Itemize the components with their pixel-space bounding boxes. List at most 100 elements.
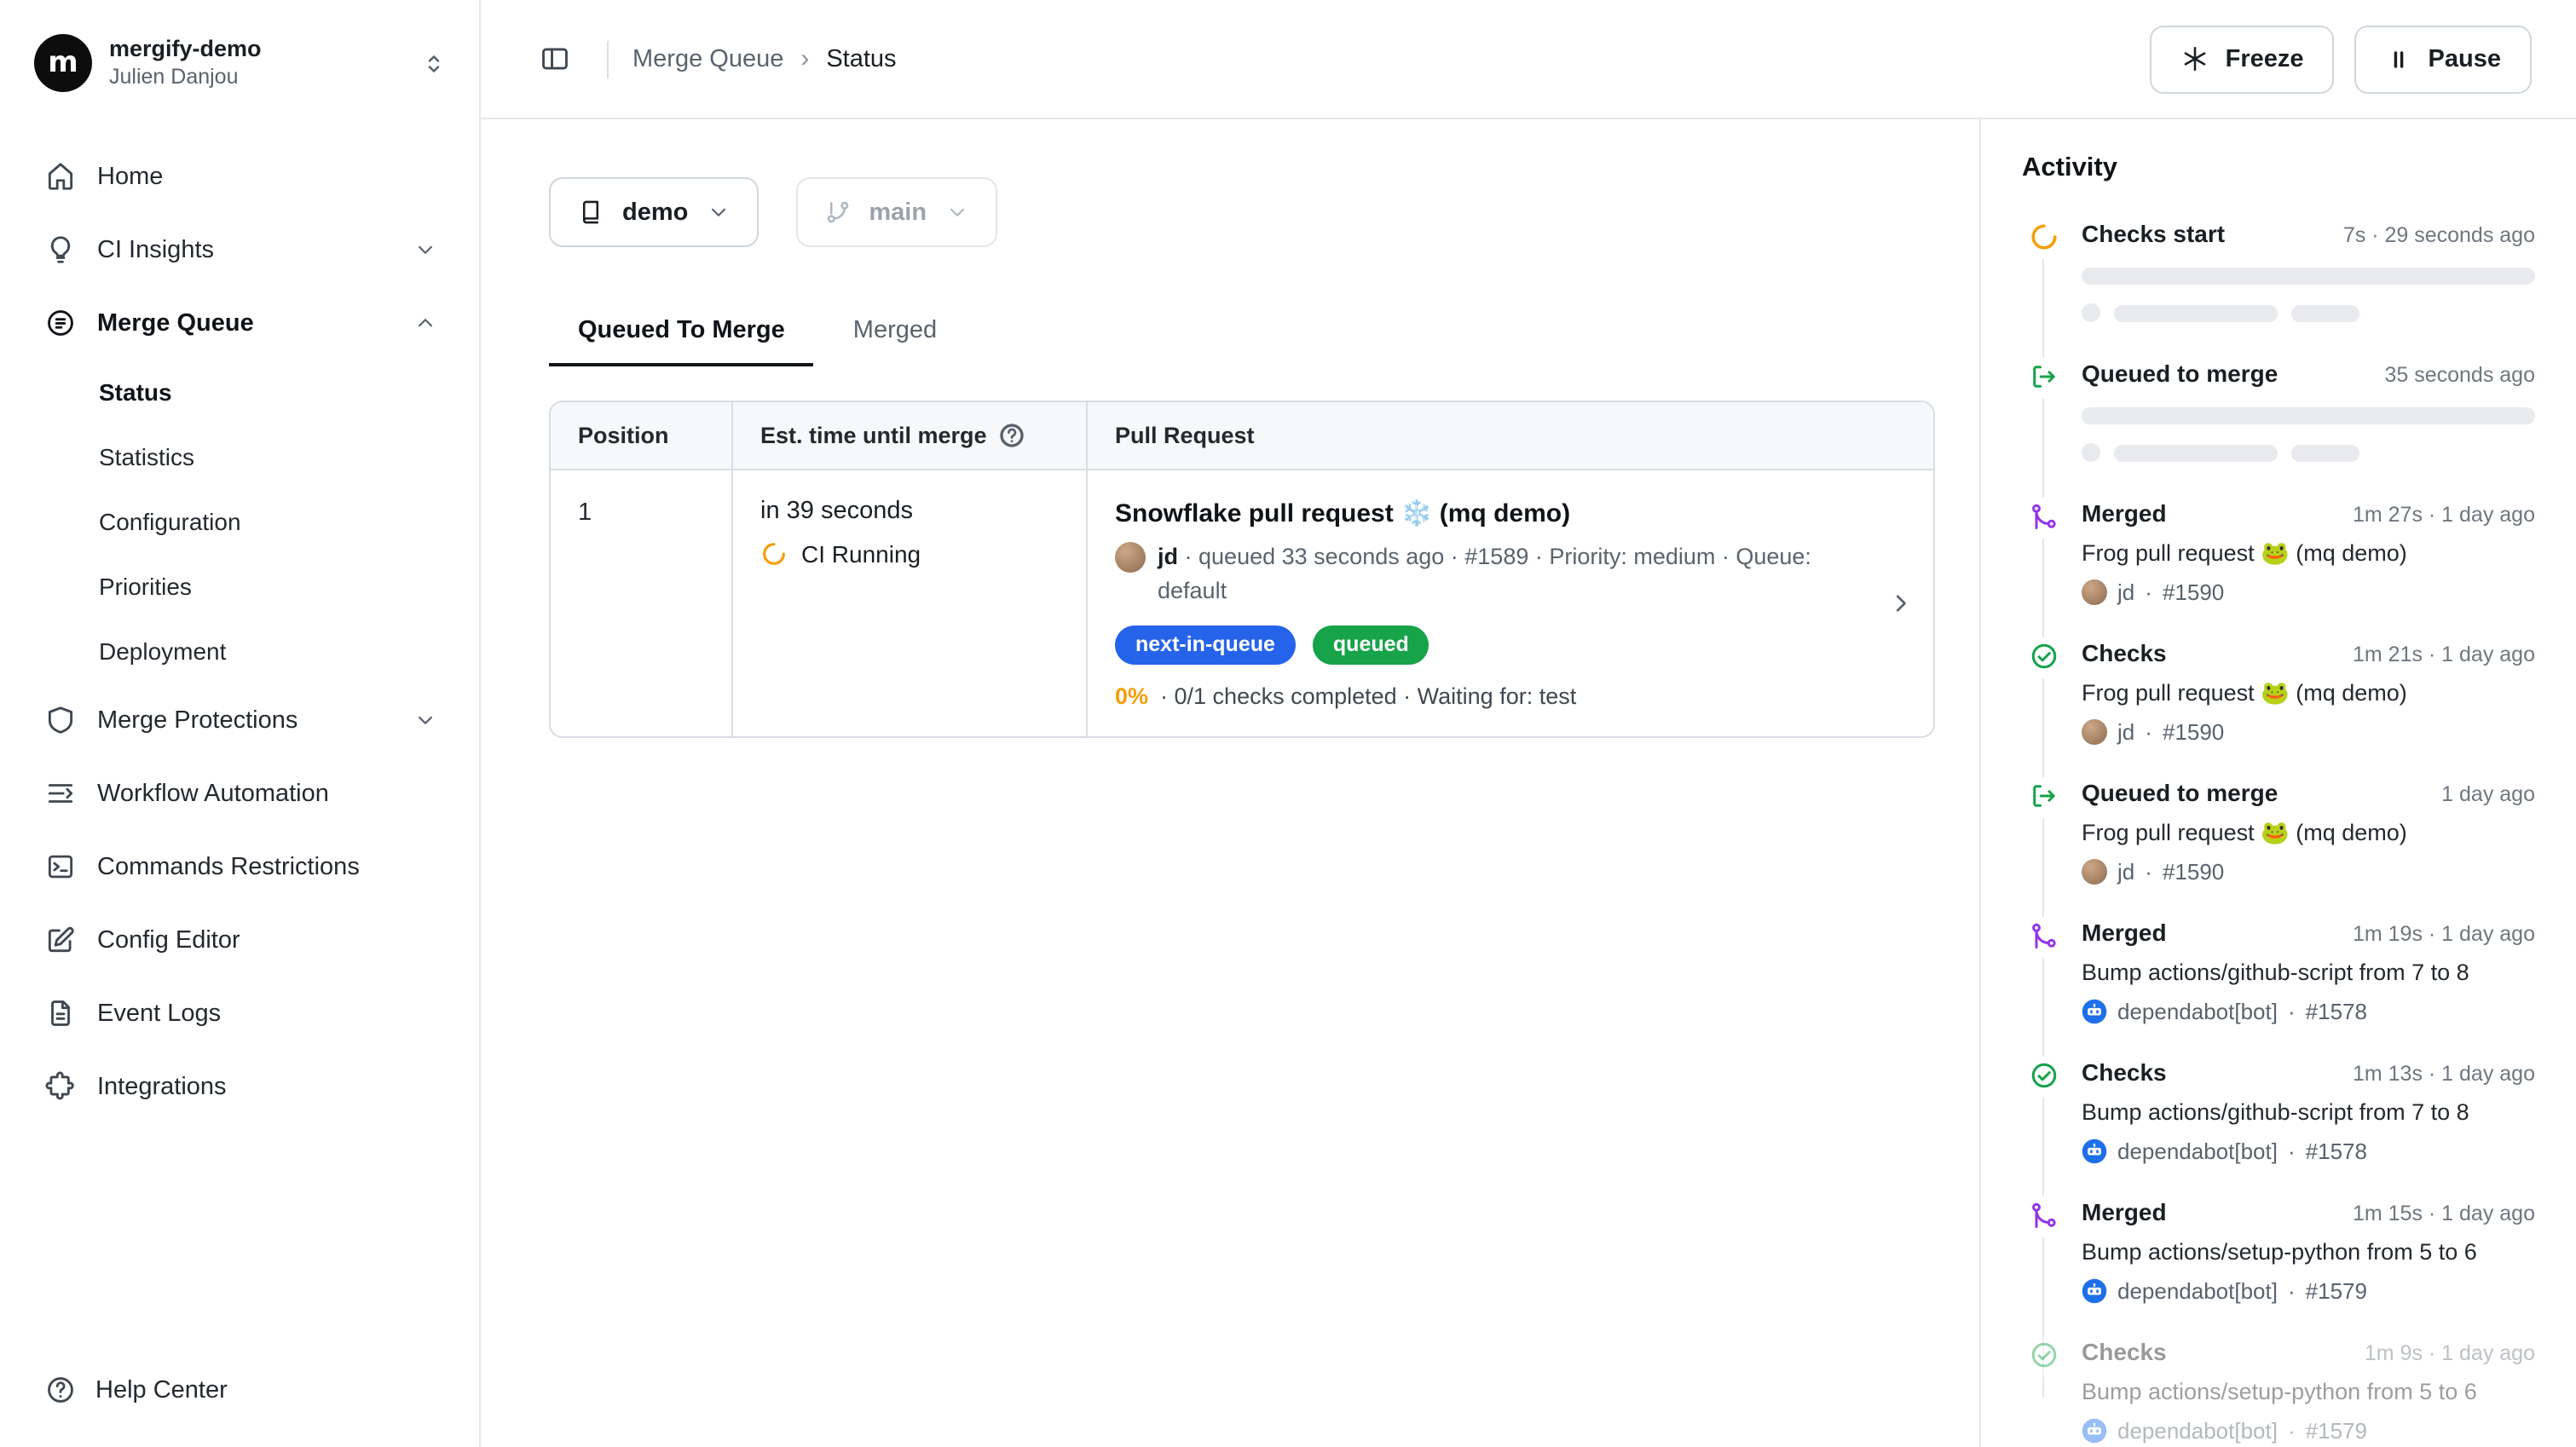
activity-pr-title[interactable]: Frog pull request 🐸 (mq demo) [2082,818,2535,849]
skeleton-row [2082,443,2535,462]
queued-to-merge-icon [2029,358,2059,399]
help-circle-icon [44,1374,77,1406]
activity-item[interactable]: Merged 1m 27s · 1 day ago Frog pull requ… [2022,498,2535,637]
main-column: Merge Queue › Status Freeze Pause [481,0,2576,1447]
column-header-position: Position [551,402,731,469]
status-badge: next-in-queue [1115,625,1296,664]
pr-number: #1578 [2306,999,2367,1024]
activity-item[interactable]: Merged 1m 19s · 1 day ago Bump actions/g… [2022,917,2535,1057]
activity-item-time: 35 seconds ago [2384,363,2535,387]
tab-queued-to-merge[interactable]: Queued To Merge [549,302,814,366]
help-center-link[interactable]: Help Center [27,1363,455,1416]
sidebar-item-configuration[interactable]: Configuration [99,489,455,554]
pr-number: #1578 [2306,1139,2367,1164]
activity-item[interactable]: Queued to merge 1 day ago Frog pull requ… [2022,777,2535,917]
activity-item-time: 1m 21s · 1 day ago [2353,643,2535,666]
activity-author: jd · #1590 [2082,719,2535,745]
queue-table: Position Est. time until merge Pull Requ… [549,401,1935,737]
activity-pr-title[interactable]: Bump actions/github-script from 7 to 8 [2082,1098,2535,1128]
skeleton-bar [2114,444,2278,461]
git-merge-icon [2029,1196,2059,1237]
sidebar-item-event-logs[interactable]: Event Logs [27,977,455,1050]
sidebar-item-home[interactable]: Home [27,140,455,213]
check-circle-icon [2029,1057,2059,1098]
breadcrumb: Merge Queue › Status [632,44,897,73]
terminal-icon [44,850,77,883]
sidebar-item-commands-restrictions[interactable]: Commands Restrictions [27,830,455,903]
activity-item-title: Queued to merge [2082,779,2278,806]
freeze-label: Freeze [2226,45,2304,72]
pull-request-main: Snowflake pull request ❄️ (mq demo) jd ·… [1115,498,1868,708]
dependabot-icon [2082,1139,2107,1164]
chevron-right-icon[interactable] [1886,588,1916,619]
home-icon [44,160,77,193]
activity-item[interactable]: Checks 1m 21s · 1 day ago Frog pull requ… [2022,637,2535,777]
spinner-icon [760,540,788,568]
sidebar-item-priorities[interactable]: Priorities [99,554,455,619]
repo-icon [576,198,605,227]
breadcrumb-merge-queue[interactable]: Merge Queue [632,45,783,72]
org-switcher[interactable]: m mergify-demo Julien Danjou [27,31,455,95]
separator: · [2145,579,2152,605]
sidebar-item-ci-insights[interactable]: CI Insights [27,213,455,286]
pause-button[interactable]: Pause [2355,25,2532,93]
activity-author: dependabot[bot] · #1578 [2082,1139,2535,1164]
sidebar-nav: Home CI Insights Merge Queue Status Stat… [27,140,455,1123]
app: m mergify-demo Julien Danjou Home CI Ins… [0,0,2576,1447]
activity-item-time: 1m 15s · 1 day ago [2353,1202,2535,1225]
badges: next-in-queue queued [1115,625,1868,664]
freeze-button[interactable]: Freeze [2151,25,2335,93]
git-merge-icon [2029,498,2059,539]
sidebar-item-label: Home [97,163,163,190]
workflow-icon [44,777,77,810]
sidebar-item-deployment[interactable]: Deployment [99,619,455,683]
separator: · [2145,719,2152,745]
sidebar-item-label: Merge Protections [97,706,297,734]
tab-merged[interactable]: Merged [824,302,966,366]
skeleton-row [2082,303,2535,322]
author-name: jd [2117,579,2134,605]
branch-select[interactable]: main [795,177,996,247]
activity-item-title: Checks start [2082,220,2225,247]
activity-panel: Activity Checks start 7s · 29 seconds ag… [1979,119,2576,1447]
sidebar-item-statistics[interactable]: Statistics [99,424,455,489]
sidebar-item-integrations[interactable]: Integrations [27,1050,455,1123]
skeleton-circle [2082,303,2100,322]
column-header-pull-request: Pull Request [1086,402,1933,469]
column-header-est-time: Est. time until merge [731,402,1086,469]
check-circle-icon [2029,1336,2059,1377]
main-content: demo main Queued To Merge Merged Po [481,119,1979,1447]
repo-select[interactable]: demo [549,177,758,247]
activity-pr-title[interactable]: Frog pull request 🐸 (mq demo) [2082,539,2535,569]
activity-item[interactable]: Queued to merge 35 seconds ago [2022,358,2535,498]
sidebar-item-workflow-automation[interactable]: Workflow Automation [27,757,455,830]
queue-row[interactable]: 1 in 39 seconds CI Running Snowflake pul… [551,470,1933,735]
pull-request-title[interactable]: Snowflake pull request ❄️ (mq demo) [1115,498,1868,528]
org-user: Julien Danjou [109,64,262,90]
activity-pr-title[interactable]: Bump actions/setup-python from 5 to 6 [2082,1237,2535,1268]
merge-queue-subnav: Status Statistics Configuration Prioriti… [27,360,455,683]
skeleton-bar [2082,268,2535,285]
sidebar-item-merge-protections[interactable]: Merge Protections [27,683,455,757]
pull-request-cell: Snowflake pull request ❄️ (mq demo) jd ·… [1086,470,1933,735]
activity-item[interactable]: Checks start 7s · 29 seconds ago [2022,218,2535,358]
sidebar-item-config-editor[interactable]: Config Editor [27,903,455,977]
subnav-label: Priorities [99,573,192,600]
progress-percent: 0% [1115,683,1148,708]
activity-pr-title[interactable]: Frog pull request 🐸 (mq demo) [2082,678,2535,709]
chevron-down-icon [944,199,969,225]
help-circle-icon[interactable] [999,423,1025,448]
activity-item[interactable]: Checks 1m 13s · 1 day ago Bump actions/g… [2022,1057,2535,1196]
activity-pr-title[interactable]: Bump actions/github-script from 7 to 8 [2082,958,2535,989]
activity-pr-title[interactable]: Bump actions/setup-python from 5 to 6 [2082,1377,2535,1408]
activity-item[interactable]: Merged 1m 15s · 1 day ago Bump actions/s… [2022,1196,2535,1336]
sidebar-toggle-button[interactable] [525,30,583,88]
sidebar-item-status[interactable]: Status [99,360,455,424]
avatar [2082,859,2107,885]
sidebar-item-merge-queue[interactable]: Merge Queue [27,286,455,360]
activity-item[interactable]: Checks 1m 9s · 1 day ago Bump actions/se… [2022,1336,2535,1447]
est-time-value: in 39 seconds [760,498,1059,525]
activity-timeline: Checks start 7s · 29 seconds ago [2022,218,2535,1447]
est-time-cell: in 39 seconds CI Running [731,470,1086,735]
activity-item-title: Checks [2082,639,2167,666]
